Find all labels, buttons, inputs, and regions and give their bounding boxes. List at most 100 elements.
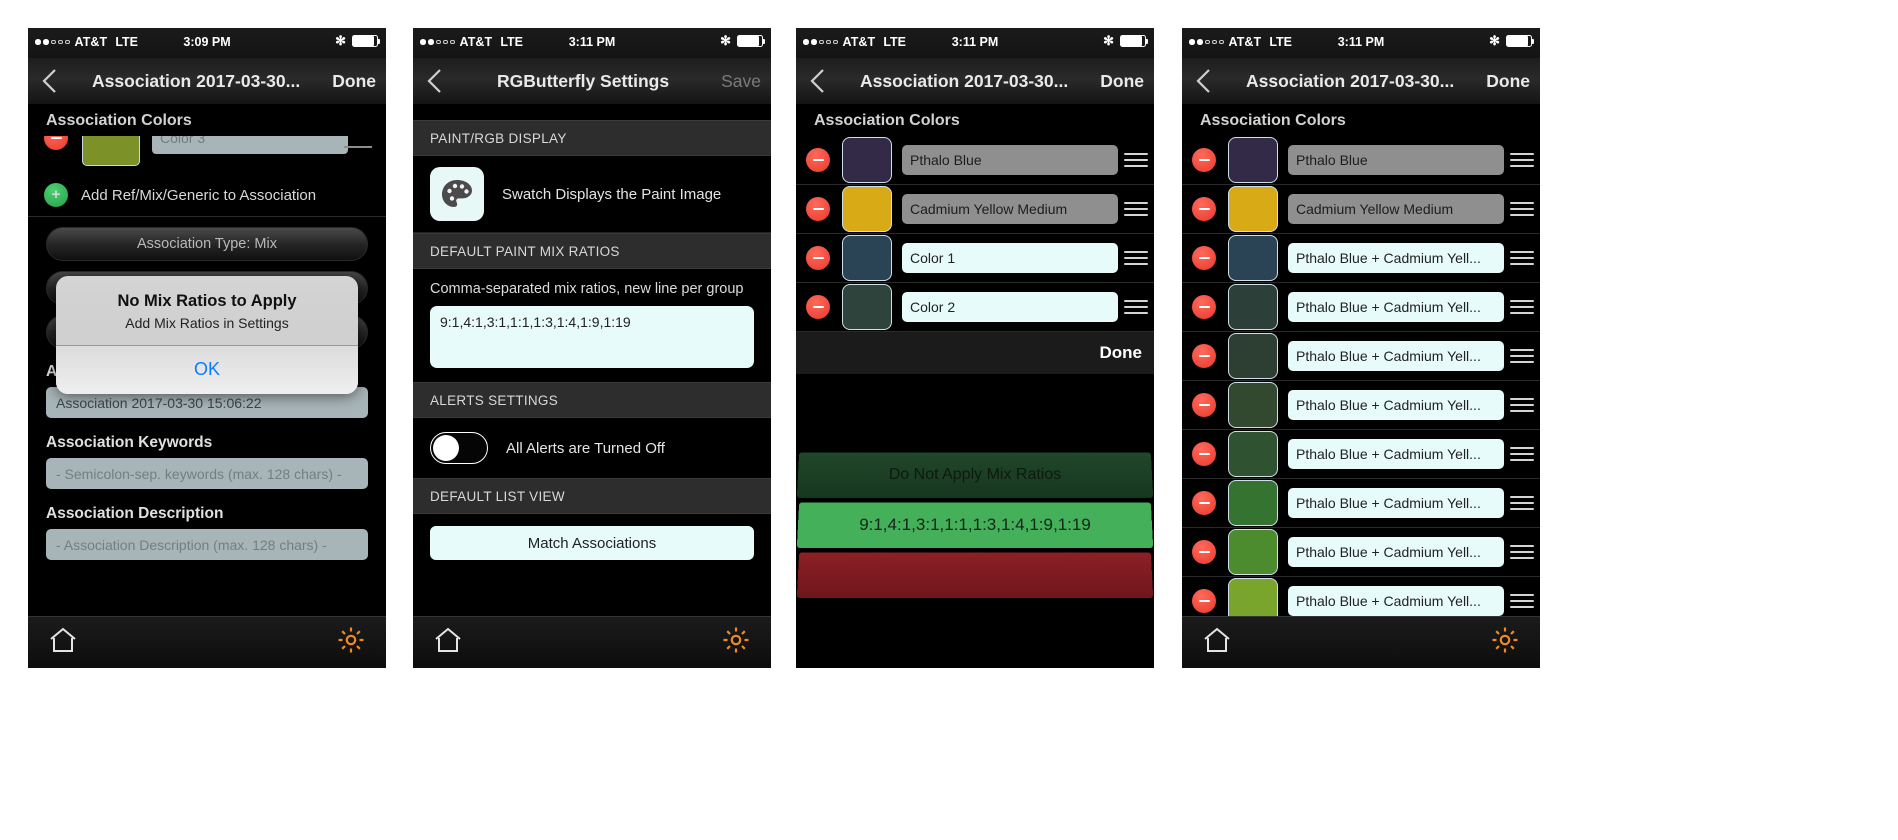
color-name-field[interactable]: Pthalo Blue — [902, 145, 1118, 175]
screenshot-stage: AT&T LTE 3:09 PM ✻ Association 2017-03-3… — [0, 0, 1898, 840]
clock-label: 3:11 PM — [568, 35, 616, 49]
color-name-field[interactable]: Pthalo Blue + Cadmium Yell... — [1288, 292, 1504, 322]
table-row[interactable]: Pthalo Blue + Cadmium Yell... — [1182, 479, 1540, 528]
drag-handle-icon[interactable] — [1504, 447, 1540, 461]
minus-circle-icon[interactable] — [806, 197, 830, 221]
done-button[interactable]: Done — [1476, 71, 1540, 92]
alerts-toggle-row[interactable]: All Alerts are Turned Off — [413, 418, 771, 478]
color-swatch[interactable] — [842, 137, 892, 183]
back-button[interactable] — [1182, 67, 1224, 95]
table-row[interactable]: Pthalo Blue + Cadmium Yell... — [1182, 381, 1540, 430]
color-swatch[interactable] — [1228, 529, 1278, 575]
list-done-button[interactable]: Done — [796, 332, 1154, 374]
minus-circle-icon[interactable] — [1192, 393, 1216, 417]
color-name-field[interactable]: Pthalo Blue + Cadmium Yell... — [1288, 341, 1504, 371]
color-name-field[interactable]: Pthalo Blue + Cadmium Yell... — [1288, 243, 1504, 273]
color-swatch[interactable] — [842, 235, 892, 281]
drag-handle-icon[interactable] — [1504, 594, 1540, 608]
drag-handle-icon[interactable] — [1504, 349, 1540, 363]
color-swatch[interactable] — [1228, 333, 1278, 379]
color-swatch[interactable] — [1228, 284, 1278, 330]
color-swatch[interactable] — [842, 186, 892, 232]
alert-ok-button[interactable]: OK — [56, 346, 358, 394]
color-name-field[interactable]: Color 2 — [902, 292, 1118, 322]
minus-circle-icon[interactable] — [1192, 344, 1216, 368]
match-associations-button[interactable]: Match Associations — [430, 526, 754, 560]
bottom-toolbar — [28, 616, 386, 668]
drag-handle-icon[interactable] — [1504, 153, 1540, 167]
drag-handle-icon[interactable] — [1118, 300, 1154, 314]
settings-button[interactable] — [336, 625, 366, 660]
table-row[interactable]: Pthalo Blue + Cadmium Yell... — [1182, 430, 1540, 479]
table-row[interactable]: Pthalo Blue + Cadmium Yell... — [1182, 528, 1540, 577]
color-name-field[interactable]: Cadmium Yellow Medium — [902, 194, 1118, 224]
color-name-field[interactable]: Pthalo Blue + Cadmium Yell... — [1288, 439, 1504, 469]
table-row[interactable]: Pthalo Blue + Cadmium Yell... — [1182, 234, 1540, 283]
drag-handle-icon[interactable] — [1504, 545, 1540, 559]
drag-handle-icon[interactable] — [1118, 202, 1154, 216]
back-button[interactable] — [413, 67, 455, 95]
table-row[interactable]: Pthalo Blue — [796, 136, 1154, 185]
drag-handle-icon[interactable] — [1504, 496, 1540, 510]
minus-circle-icon[interactable] — [1192, 148, 1216, 172]
home-button[interactable] — [1202, 626, 1232, 659]
color-swatch[interactable] — [1228, 235, 1278, 281]
table-row[interactable]: Cadmium Yellow Medium — [1182, 185, 1540, 234]
settings-button[interactable] — [721, 625, 751, 660]
color-name-field[interactable]: Pthalo Blue + Cadmium Yell... — [1288, 488, 1504, 518]
minus-circle-icon[interactable] — [1192, 295, 1216, 319]
minus-circle-icon[interactable] — [1192, 589, 1216, 613]
color-name-field[interactable]: Pthalo Blue + Cadmium Yell... — [1288, 537, 1504, 567]
color-swatch[interactable] — [1228, 431, 1278, 477]
table-row[interactable]: Pthalo Blue + Cadmium Yell... — [1182, 332, 1540, 381]
nav-bar: Association 2017-03-30... Done — [1182, 58, 1540, 104]
color-name-field[interactable]: Pthalo Blue + Cadmium Yell... — [1288, 390, 1504, 420]
drag-handle-icon[interactable] — [1504, 398, 1540, 412]
table-row[interactable]: Pthalo Blue + Cadmium Yell... — [1182, 283, 1540, 332]
minus-circle-icon[interactable] — [1192, 491, 1216, 515]
drag-handle-icon[interactable] — [1118, 251, 1154, 265]
color-name-field[interactable]: Color 1 — [902, 243, 1118, 273]
table-row[interactable]: Color 2 — [796, 283, 1154, 332]
do-not-apply-mix-ratios-button[interactable]: Do Not Apply Mix Ratios — [796, 452, 1154, 498]
home-icon — [50, 627, 76, 652]
done-button[interactable]: Done — [1090, 71, 1154, 92]
color-name-field[interactable]: Pthalo Blue + Cadmium Yell... — [1288, 586, 1504, 616]
drag-handle-icon[interactable] — [1504, 202, 1540, 216]
color-name-field[interactable]: Cadmium Yellow Medium — [1288, 194, 1504, 224]
swatch-display-row[interactable]: Swatch Displays the Paint Image — [413, 156, 771, 233]
group-header-default-paint-mix-ratios: DEFAULT PAINT MIX RATIOS — [413, 233, 771, 269]
home-button[interactable] — [48, 626, 78, 659]
color-swatch[interactable] — [1228, 382, 1278, 428]
color-swatch[interactable] — [1228, 186, 1278, 232]
drag-handle-icon[interactable] — [1504, 300, 1540, 314]
back-button[interactable] — [796, 67, 838, 95]
color-swatch[interactable] — [1228, 480, 1278, 526]
drag-handle-icon[interactable] — [1504, 251, 1540, 265]
color-swatch[interactable] — [1228, 137, 1278, 183]
mix-ratio-option-button[interactable]: 9:1,4:1,3:1,1:1,1:3,1:4,1:9,1:19 — [796, 502, 1154, 548]
minus-circle-icon[interactable] — [806, 295, 830, 319]
minus-circle-icon[interactable] — [1192, 197, 1216, 221]
settings-button[interactable] — [1490, 625, 1520, 660]
home-button[interactable] — [433, 626, 463, 659]
minus-circle-icon[interactable] — [806, 246, 830, 270]
bluetooth-icon: ✻ — [1103, 33, 1114, 48]
minus-circle-icon[interactable] — [806, 148, 830, 172]
mix-ratios-input[interactable]: 9:1,4:1,3:1,1:1,1:3,1:4,1:9,1:19 — [430, 306, 754, 368]
color-name-field[interactable]: Pthalo Blue — [1288, 145, 1504, 175]
save-button[interactable]: Save — [711, 71, 771, 92]
color-swatch[interactable] — [842, 284, 892, 330]
alerts-toggle[interactable] — [430, 432, 488, 464]
table-row[interactable]: Color 1 — [796, 234, 1154, 283]
minus-circle-icon[interactable] — [1192, 442, 1216, 466]
mix-ratio-cancel-button[interactable] — [796, 552, 1154, 598]
minus-circle-icon[interactable] — [1192, 540, 1216, 564]
minus-circle-icon[interactable] — [1192, 246, 1216, 270]
section-header-association-colors: Association Colors — [796, 104, 1154, 136]
drag-handle-icon[interactable] — [1118, 153, 1154, 167]
page-title: Association 2017-03-30... — [1246, 70, 1455, 91]
table-row[interactable]: Pthalo Blue — [1182, 136, 1540, 185]
table-row[interactable]: Cadmium Yellow Medium — [796, 185, 1154, 234]
status-bar: AT&T LTE 3:11 PM ✻ — [413, 28, 771, 58]
